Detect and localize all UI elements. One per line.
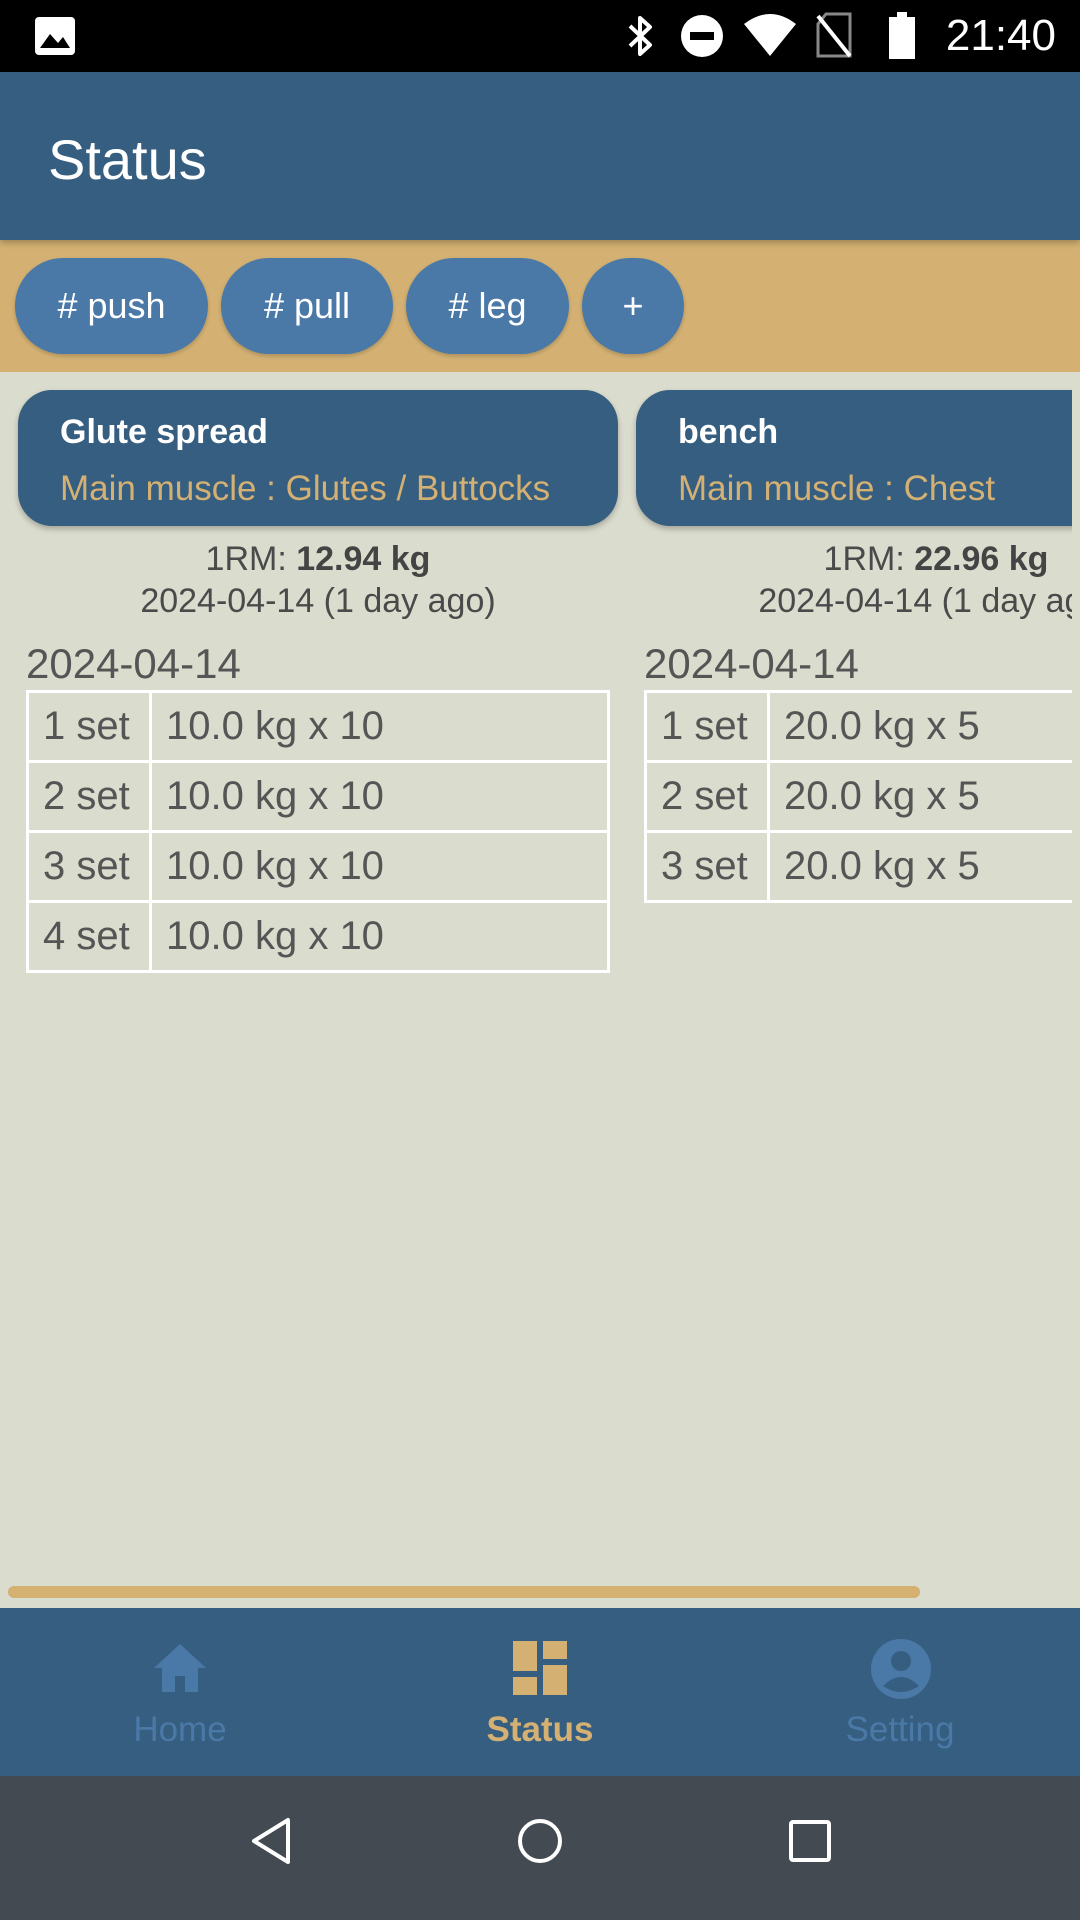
sets-table: 1 set 20.0 kg x 5 2 set 20.0 kg x 5 3 se… <box>644 690 1072 903</box>
home-circle-icon[interactable] <box>516 1816 564 1866</box>
one-rep-max-value: 22.96 kg <box>914 540 1049 578</box>
table-row: 3 set 20.0 kg x 5 <box>644 830 1072 903</box>
table-row: 2 set 10.0 kg x 10 <box>26 760 610 833</box>
nav-item-home[interactable]: Home <box>0 1608 360 1776</box>
exercise-list[interactable]: Glute spread Main muscle : Glutes / Butt… <box>0 370 1072 1590</box>
table-row: 3 set 10.0 kg x 10 <box>26 830 610 903</box>
app-bar: Status <box>0 72 1080 240</box>
set-detail: 10.0 kg x 10 <box>149 760 610 833</box>
do-not-disturb-icon <box>681 15 723 57</box>
one-rep-max-value: 12.94 kg <box>296 540 431 578</box>
one-rep-max: 1RM: 22.96 kg <box>636 538 1072 580</box>
table-row: 4 set 10.0 kg x 10 <box>26 900 610 973</box>
nav-label-setting: Setting <box>845 1710 955 1749</box>
no-sim-icon <box>816 12 852 58</box>
set-detail: 20.0 kg x 5 <box>767 830 1072 903</box>
exercise-name: bench <box>678 413 779 451</box>
image-icon <box>35 17 75 55</box>
nav-item-setting[interactable]: Setting <box>720 1608 1080 1776</box>
status-bar: 21:40 <box>0 0 1080 72</box>
account-icon <box>871 1639 931 1699</box>
one-rep-max-label: 1RM: <box>823 540 915 578</box>
set-detail: 10.0 kg x 10 <box>149 690 610 763</box>
page-title: Status <box>48 128 207 191</box>
exercise-muscle: Main muscle : Glutes / Buttocks <box>60 469 551 508</box>
nav-label-status: Status <box>486 1710 594 1749</box>
set-number: 2 set <box>644 760 770 833</box>
exercise-card[interactable]: bench Main muscle : Chest <box>636 390 1072 526</box>
table-row: 1 set 20.0 kg x 5 <box>644 690 1072 763</box>
dashboard-icon <box>513 1641 567 1695</box>
tag-leg-chip[interactable]: # leg <box>406 258 569 354</box>
table-row: 1 set 10.0 kg x 10 <box>26 690 610 763</box>
bluetooth-icon <box>628 16 652 56</box>
exercise-card[interactable]: Glute spread Main muscle : Glutes / Butt… <box>18 390 618 526</box>
set-number: 4 set <box>26 900 152 973</box>
tag-push-chip[interactable]: # push <box>15 258 208 354</box>
clock: 21:40 <box>945 11 1056 60</box>
set-detail: 20.0 kg x 5 <box>767 690 1072 763</box>
set-number: 1 set <box>26 690 152 763</box>
tag-bar: # push # pull # leg + <box>0 240 1080 372</box>
exercise-name: Glute spread <box>60 413 268 451</box>
table-row: 2 set 20.0 kg x 5 <box>644 760 1072 833</box>
one-rep-max-date: 2024-04-14 (1 day ago) <box>758 582 1072 620</box>
set-number: 3 set <box>644 830 770 903</box>
one-rep-max-date: 2024-04-14 (1 day ago) <box>140 582 496 620</box>
nav-item-status[interactable]: Status <box>360 1608 720 1776</box>
system-nav-bar <box>0 1776 1080 1920</box>
one-rep-max: 1RM: 12.94 kg <box>18 538 618 580</box>
wifi-icon <box>744 14 796 56</box>
one-rep-max-label: 1RM: <box>205 540 297 578</box>
recents-icon[interactable] <box>786 1816 834 1866</box>
exercise-muscle: Main muscle : Chest <box>678 469 996 508</box>
session-date: 2024-04-14 <box>26 640 241 687</box>
sets-table: 1 set 10.0 kg x 10 2 set 10.0 kg x 10 3 … <box>26 690 610 973</box>
set-number: 1 set <box>644 690 770 763</box>
set-detail: 10.0 kg x 10 <box>149 830 610 903</box>
set-detail: 20.0 kg x 5 <box>767 760 1072 833</box>
set-number: 3 set <box>26 830 152 903</box>
horizontal-scrollbar[interactable] <box>8 1586 920 1598</box>
home-icon <box>154 1644 206 1692</box>
set-number: 2 set <box>26 760 152 833</box>
battery-icon <box>889 12 915 59</box>
bottom-nav: Home Status Setting <box>0 1608 1080 1776</box>
add-tag-button[interactable]: + <box>582 258 684 354</box>
set-detail: 10.0 kg x 10 <box>149 900 610 973</box>
session-date: 2024-04-14 <box>644 640 859 687</box>
back-icon[interactable] <box>248 1816 294 1866</box>
nav-label-home: Home <box>133 1710 227 1749</box>
tag-pull-chip[interactable]: # pull <box>221 258 393 354</box>
